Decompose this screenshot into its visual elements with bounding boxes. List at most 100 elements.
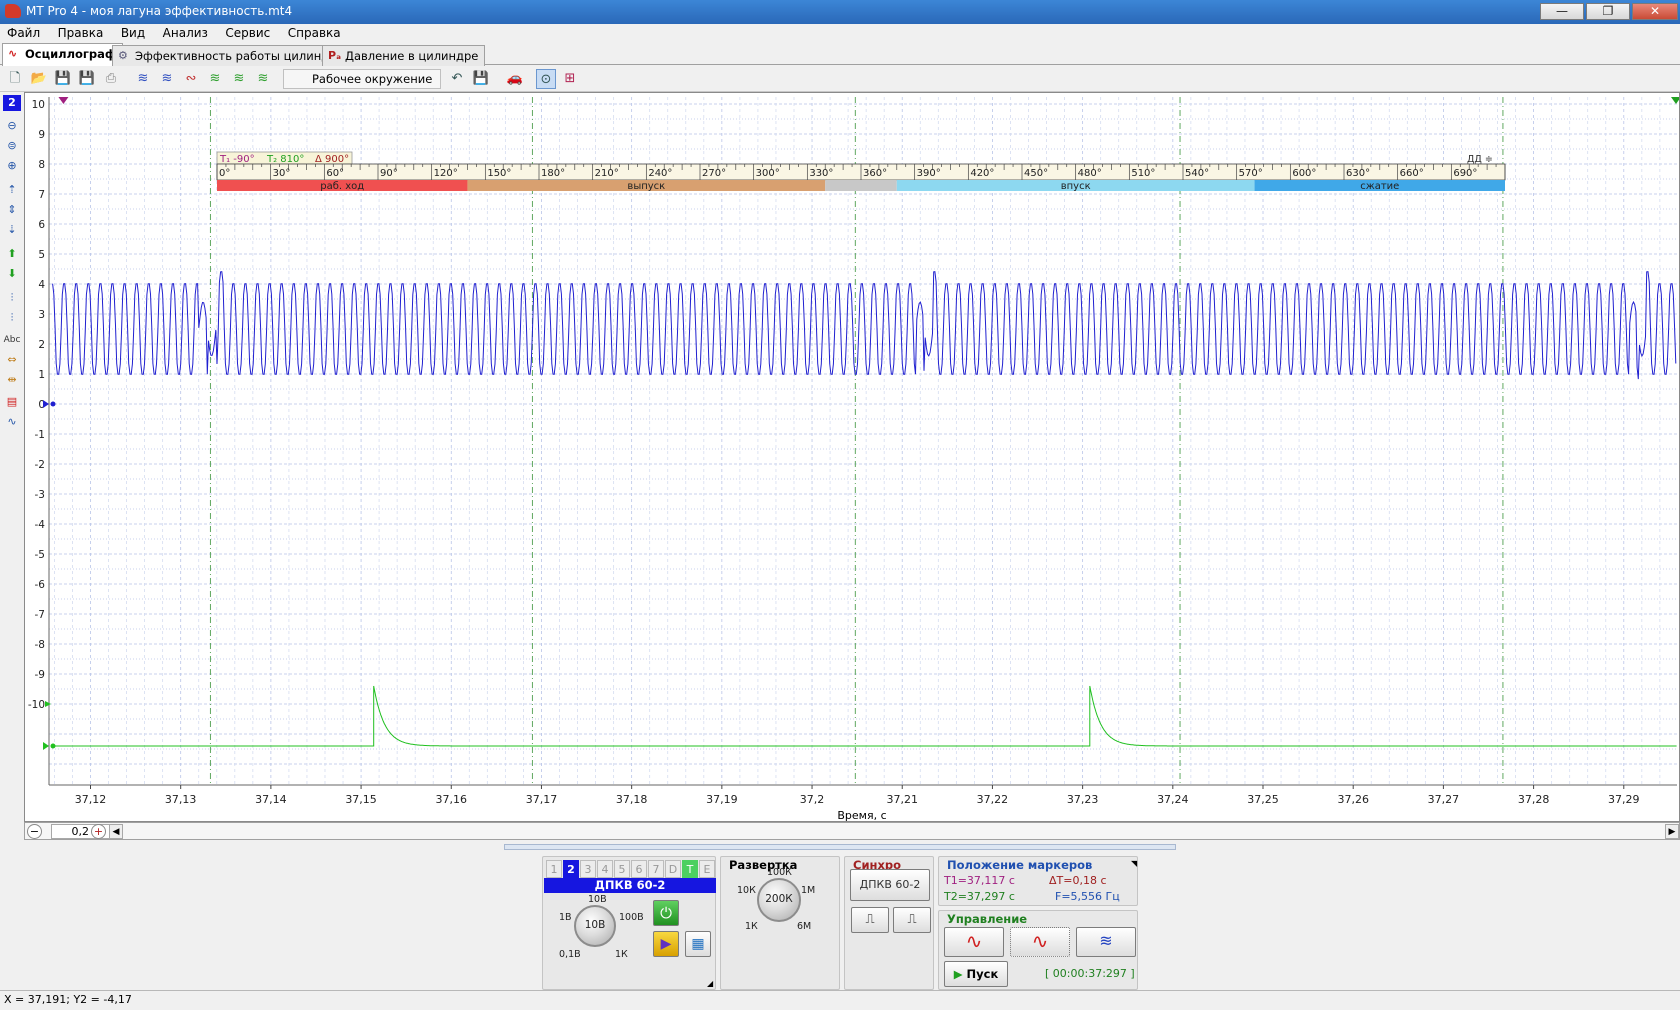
channel-tab-7[interactable]: 7 — [648, 860, 664, 878]
channel-tab-3[interactable]: 3 — [580, 860, 596, 878]
oscilloscope-plot[interactable]: 10 9 8 7 6 5 4 3 2 1 0 -1 -2 -3 -4 -5 -6 -7 -8 -9 -10 37,12 3… — [24, 92, 1680, 822]
sync-source-button[interactable]: ДПКВ 60-2 — [850, 869, 930, 901]
power-icon[interactable]: ⏻ — [653, 900, 679, 926]
y-tick-label: 2 — [38, 339, 45, 351]
sync-panel: Синхро ДПКВ 60-2 ⎍ ⎍ — [844, 856, 934, 990]
car-icon[interactable]: 🚗 — [505, 69, 525, 89]
channel-tab-4[interactable]: 4 — [597, 860, 613, 878]
timebase-knob[interactable]: 200К — [757, 878, 801, 922]
sweep-label-br: 6М — [797, 921, 812, 932]
single-wave-mode-icon[interactable]: ∿ — [944, 927, 1004, 957]
menu-edit[interactable]: Правка — [51, 24, 111, 40]
wave-tool-2-icon[interactable]: ≋ — [157, 69, 177, 89]
workspace-dropdown[interactable]: Рабочее окружение — [283, 69, 441, 89]
scale-tool-1-icon[interactable]: ⫶ — [3, 290, 21, 306]
menu-help[interactable]: Справка — [281, 24, 348, 40]
crosshair-icon[interactable]: ⊞ — [560, 69, 580, 89]
cursor-mode-icon[interactable]: ⊙ — [536, 69, 556, 89]
channel-tab-1[interactable]: 1 — [546, 860, 562, 878]
maximize-button[interactable]: ❐ — [1586, 3, 1630, 20]
x-tick-label: 37,24 — [1157, 793, 1189, 806]
move-down-icon[interactable]: ⇣ — [3, 222, 21, 238]
save-icon[interactable]: 💾 — [53, 69, 73, 89]
volts-per-div-knob[interactable]: 10В — [574, 905, 616, 947]
volt-label-br: 1К — [615, 949, 628, 960]
y-axis-labels: 109876543210-1-2-3-4-5-6-7-8-9-10 — [28, 99, 45, 711]
menu-bar: Файл Правка Вид Анализ Сервис Справка — [0, 24, 1680, 43]
triggered-wave-mode-icon[interactable]: ∿ — [1010, 927, 1070, 957]
minimize-button[interactable]: — — [1540, 3, 1584, 20]
marker-icon[interactable]: ⇹ — [3, 372, 21, 388]
degree-label: 240° — [648, 168, 672, 179]
y-tick-label: -7 — [35, 609, 45, 621]
move-up-icon[interactable]: ⇡ — [3, 182, 21, 198]
calculator-icon[interactable]: ▦ — [685, 931, 711, 957]
zoom-in-vertical-icon[interactable]: ⊕ — [3, 158, 21, 174]
time-scroll-bar[interactable]: − 0,2 с + ◀ ▶ — [24, 822, 1680, 840]
y-tick-label: 8 — [38, 159, 45, 171]
tab-oscilloscope[interactable]: ∿ Осциллограф — [2, 43, 124, 66]
channel-tab-2[interactable]: 2 — [563, 860, 579, 878]
y-tick-label: 3 — [38, 309, 45, 321]
arrow-down-icon[interactable]: ⬇ — [3, 266, 21, 282]
scroll-right-arrow[interactable]: ▶ — [1665, 824, 1679, 839]
undo-icon[interactable]: ↶ — [447, 69, 467, 89]
channel-tab-d[interactable]: D — [665, 860, 681, 878]
save-as-icon[interactable]: 💾 — [77, 69, 97, 89]
menu-view[interactable]: Вид — [114, 24, 152, 40]
save-workspace-icon[interactable]: 💾 — [471, 69, 491, 89]
wave-tool-5-icon[interactable]: ≋ — [229, 69, 249, 89]
zoom-out-vertical-icon[interactable]: ⊖ — [3, 118, 21, 134]
status-bar: X = 37,191; Y2 = -4,17 — [0, 990, 1680, 1010]
menu-service[interactable]: Сервис — [218, 24, 277, 40]
degree-label: 630° — [1346, 168, 1370, 179]
green-zero-marker — [43, 742, 49, 750]
channel-tab-t[interactable]: T — [682, 860, 698, 878]
x-tick-label: 37,13 — [165, 793, 197, 806]
y-tick-label: -10 — [28, 699, 45, 711]
scale-tool-2-icon[interactable]: ⫶ — [3, 310, 21, 326]
center-icon[interactable]: ⇕ — [3, 202, 21, 218]
open-folder-icon[interactable]: 📂 — [29, 69, 49, 89]
play-marker-icon[interactable]: ▶ — [653, 931, 679, 957]
falling-edge-icon[interactable]: ⎍ — [893, 907, 931, 933]
control-title: Управление — [947, 912, 1028, 926]
cursor-lines — [209, 97, 1504, 785]
print-icon[interactable]: ⎙ — [101, 69, 121, 89]
menu-file[interactable]: Файл — [0, 24, 47, 40]
close-button[interactable]: ✕ — [1632, 3, 1678, 20]
arrow-up-icon[interactable]: ⬆ — [3, 246, 21, 262]
plot-canvas[interactable]: 109876543210-1-2-3-4-5-6-7-8-9-10 37,12 3… — [25, 93, 1679, 821]
marker-t1: T1=37,117 с — [944, 874, 1015, 887]
spectrum-view-icon[interactable]: ∿ — [3, 414, 21, 430]
menu-analysis[interactable]: Анализ — [156, 24, 215, 40]
y-tick-label: 5 — [38, 249, 45, 261]
wave-tool-4-icon[interactable]: ≋ — [205, 69, 225, 89]
marker-t2: T2=37,297 с — [944, 890, 1015, 903]
tab-cylinder-efficiency[interactable]: ⚙ Эффективность работы цилиндров — [112, 45, 358, 66]
chart-view-icon[interactable]: ▤ — [3, 394, 21, 410]
panel-splitter[interactable] — [504, 844, 1176, 850]
scroll-left-arrow[interactable]: ◀ — [109, 824, 123, 839]
zoom-out-time-button[interactable]: − — [27, 824, 42, 839]
channel-tab-6[interactable]: 6 — [631, 860, 647, 878]
wave-tool-1-icon[interactable]: ≋ — [133, 69, 153, 89]
text-label-icon[interactable]: Abc — [3, 332, 21, 348]
zoom-in-time-button[interactable]: + — [91, 824, 106, 839]
y-tick-label: -5 — [35, 549, 45, 561]
channel-tab-5[interactable]: 5 — [614, 860, 630, 878]
wave-tool-3-icon[interactable]: ∾ — [181, 69, 201, 89]
markers-menu-icon[interactable]: ◥ — [1131, 859, 1137, 868]
channel-badge[interactable]: 2 — [3, 95, 21, 111]
new-file-icon[interactable]: 🗋 — [5, 69, 25, 89]
wave-tool-6-icon[interactable]: ≋ — [253, 69, 273, 89]
tab-cylinder-pressure[interactable]: Pₐ Давление в цилиндре — [322, 45, 486, 66]
zoom-fit-icon[interactable]: ⊜ — [3, 138, 21, 154]
channel-tab-e[interactable]: E — [699, 860, 715, 878]
measure-icon[interactable]: ⇔ — [3, 352, 21, 368]
recorder-mode-icon[interactable]: ≋ — [1076, 927, 1136, 957]
rising-edge-icon[interactable]: ⎍ — [851, 907, 889, 933]
degree-label: 660° — [1400, 168, 1424, 179]
start-button[interactable]: ▶ Пуск — [944, 961, 1008, 987]
left-toolbar: 2 ⊖ ⊜ ⊕ ⇡ ⇕ ⇣ ⬆ ⬇ ⫶ ⫶ Abc ⇔ ⇹ ▤ ∿ — [0, 92, 24, 822]
